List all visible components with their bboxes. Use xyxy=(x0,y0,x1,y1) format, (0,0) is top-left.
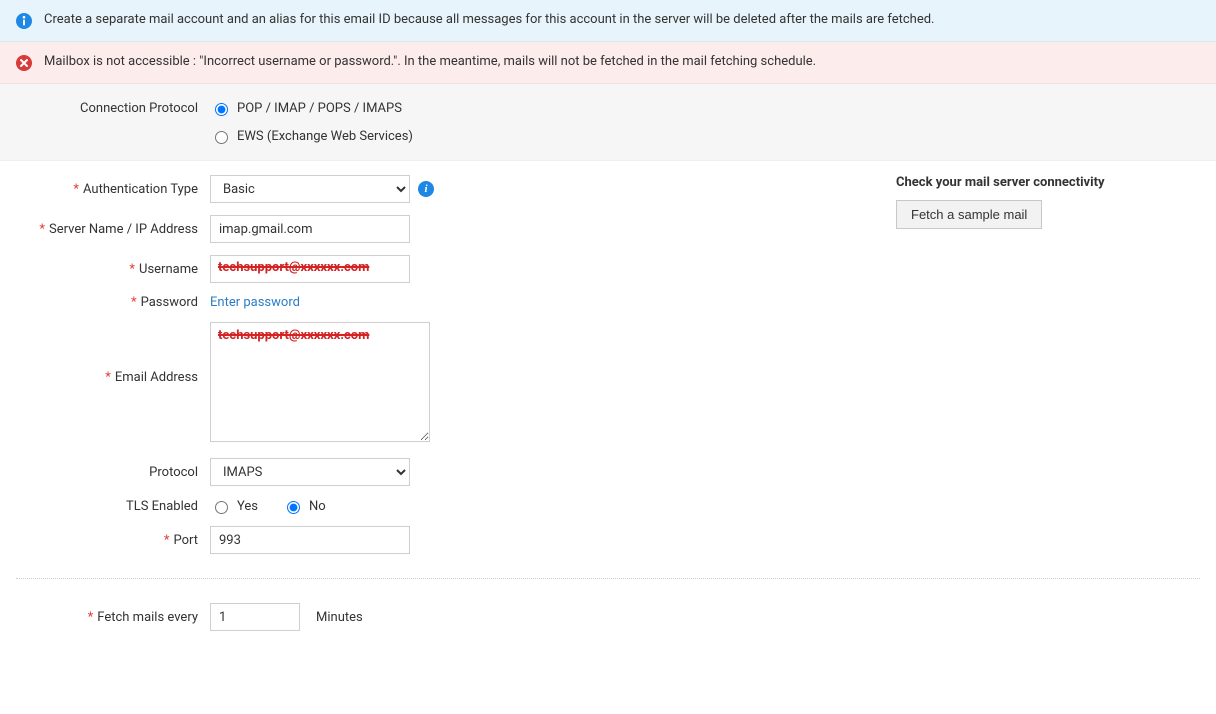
protocol-pop-label: POP / IMAP / POPS / IMAPS xyxy=(237,101,402,116)
protocol-ews-label: EWS (Exchange Web Services) xyxy=(237,129,413,144)
error-banner-text: Mailbox is not accessible : "Incorrect u… xyxy=(44,54,1200,69)
info-banner: Create a separate mail account and an al… xyxy=(0,0,1216,42)
fetch-interval-input[interactable] xyxy=(210,603,300,631)
tls-no-radio[interactable] xyxy=(287,501,300,514)
auth-type-info-icon[interactable]: i xyxy=(418,181,434,197)
info-icon xyxy=(16,13,32,29)
auth-type-select[interactable]: Basic xyxy=(210,175,410,203)
username-input[interactable] xyxy=(210,255,410,283)
right-panel: Check your mail server connectivity Fetc… xyxy=(896,161,1216,229)
error-icon xyxy=(16,55,32,71)
fetch-sample-mail-button[interactable]: Fetch a sample mail xyxy=(896,200,1042,229)
connectivity-title: Check your mail server connectivity xyxy=(896,175,1216,190)
protocol-ews-option[interactable]: EWS (Exchange Web Services) xyxy=(210,128,413,144)
protocol-label: Protocol xyxy=(0,465,210,480)
port-input[interactable] xyxy=(210,526,410,554)
minutes-label: Minutes xyxy=(316,610,363,625)
auth-type-label: *Authentication Type xyxy=(0,182,210,197)
server-name-input[interactable] xyxy=(210,215,410,243)
connection-protocol-label: Connection Protocol xyxy=(0,101,210,116)
password-label: *Password xyxy=(0,295,210,310)
port-label: *Port xyxy=(0,533,210,548)
tls-no-option[interactable]: No xyxy=(282,498,326,514)
tls-yes-radio[interactable] xyxy=(215,501,228,514)
email-address-textarea[interactable] xyxy=(210,322,430,442)
enter-password-link[interactable]: Enter password xyxy=(210,295,300,310)
tls-label: TLS Enabled xyxy=(0,499,210,514)
protocol-pop-radio[interactable] xyxy=(215,103,228,116)
protocol-ews-radio[interactable] xyxy=(215,131,228,144)
server-name-label: *Server Name / IP Address xyxy=(0,222,210,237)
main-content: *Authentication Type Basic i *Server Nam… xyxy=(0,161,1216,560)
connection-protocol-section: Connection Protocol POP / IMAP / POPS / … xyxy=(0,84,1216,161)
section-divider xyxy=(16,578,1200,579)
error-banner: Mailbox is not accessible : "Incorrect u… xyxy=(0,42,1216,84)
username-label: *Username xyxy=(0,262,210,277)
protocol-pop-option[interactable]: POP / IMAP / POPS / IMAPS xyxy=(210,100,402,116)
email-address-label: *Email Address xyxy=(0,322,210,385)
form-left-column: *Authentication Type Basic i *Server Nam… xyxy=(0,161,896,560)
tls-no-label: No xyxy=(309,499,326,514)
tls-yes-label: Yes xyxy=(237,499,258,514)
protocol-select[interactable]: IMAPS xyxy=(210,458,410,486)
fetch-every-label: *Fetch mails every xyxy=(0,610,210,625)
tls-yes-option[interactable]: Yes xyxy=(210,498,258,514)
info-banner-text: Create a separate mail account and an al… xyxy=(44,12,1200,27)
